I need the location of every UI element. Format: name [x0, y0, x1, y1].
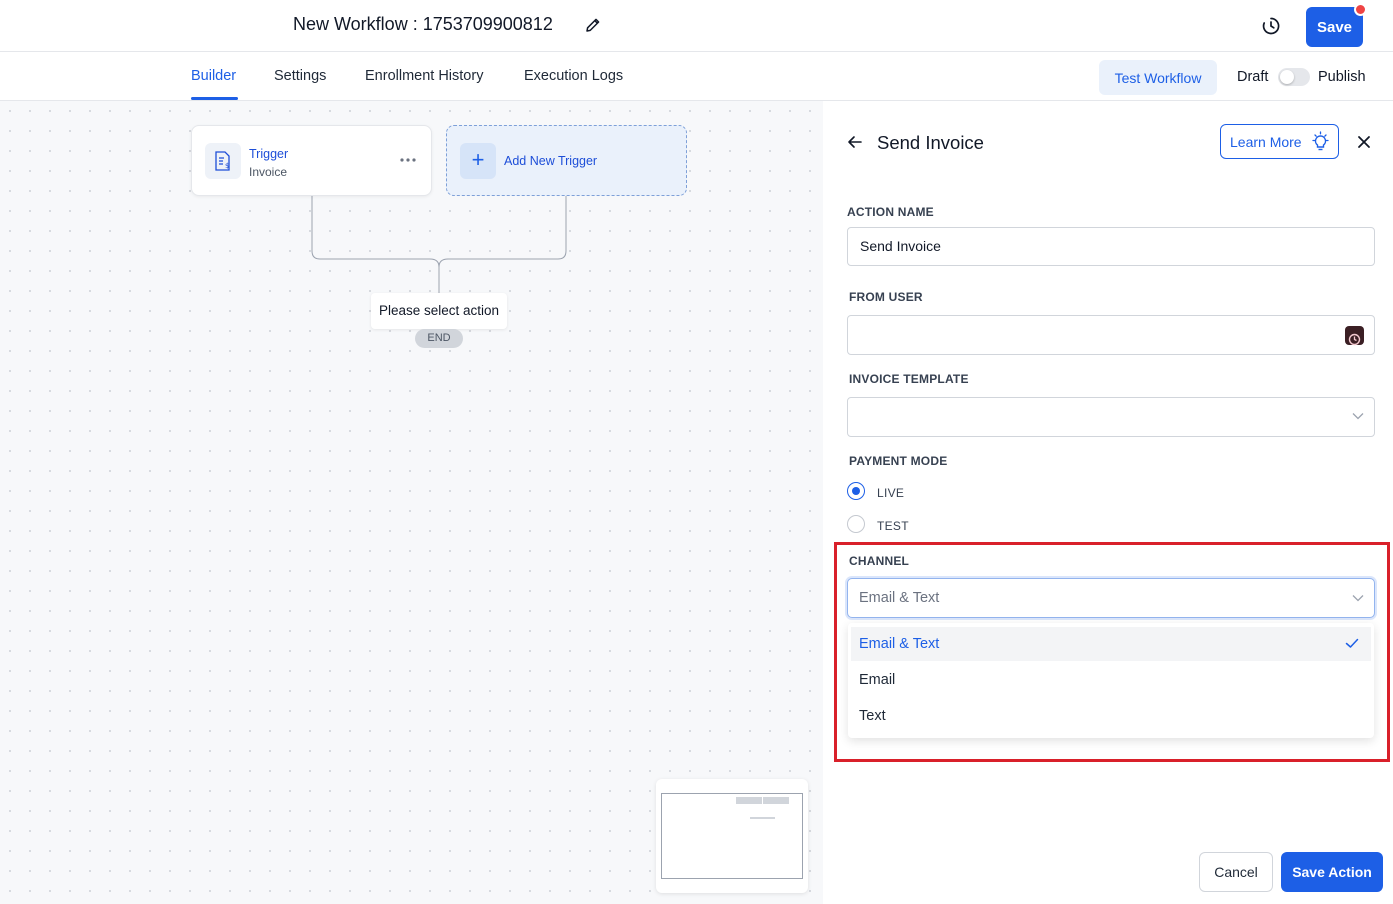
minimap[interactable] — [656, 779, 808, 893]
toggle-knob — [1280, 70, 1294, 84]
lightbulb-icon — [1312, 131, 1329, 151]
invoice-template-select[interactable] — [847, 397, 1375, 437]
minimap-node — [763, 797, 789, 804]
end-node: END — [415, 329, 463, 348]
payment-mode-test-radio[interactable] — [847, 515, 865, 533]
test-workflow-button[interactable]: Test Workflow — [1099, 60, 1217, 95]
user-picker-icon[interactable] — [1345, 326, 1364, 346]
select-action-node[interactable]: Please select action — [371, 293, 507, 329]
action-config-panel: Send Invoice Learn More ACTION NAME Send… — [823, 101, 1393, 904]
channel-option-label: Text — [859, 708, 886, 724]
more-options-icon[interactable] — [398, 152, 418, 168]
tab-settings[interactable]: Settings — [274, 68, 326, 84]
svg-text:$: $ — [225, 162, 229, 170]
invoice-template-label: INVOICE TEMPLATE — [849, 372, 969, 386]
payment-mode-live-label[interactable]: LIVE — [877, 486, 904, 500]
trigger-icon-box: $ — [205, 143, 241, 179]
panel-title: Send Invoice — [877, 132, 984, 153]
channel-option-label: Email & Text — [859, 636, 940, 652]
draft-label: Draft — [1237, 69, 1269, 85]
tab-execution-logs[interactable]: Execution Logs — [524, 68, 623, 84]
unsaved-indicator — [1354, 3, 1367, 16]
active-tab-indicator — [191, 97, 238, 100]
from-user-label: FROM USER — [849, 290, 923, 304]
channel-option-email[interactable]: Email — [851, 663, 1371, 697]
top-bar: New Workflow : 1753709900812 Save — [0, 0, 1393, 52]
cancel-button[interactable]: Cancel — [1199, 852, 1273, 892]
from-user-input[interactable] — [847, 315, 1375, 355]
tab-builder[interactable]: Builder — [191, 68, 236, 84]
payment-mode-label: PAYMENT MODE — [849, 454, 948, 468]
publish-toggle[interactable] — [1278, 68, 1310, 86]
arrow-left-icon[interactable] — [846, 133, 864, 151]
chevron-down-icon — [1352, 595, 1364, 602]
pencil-icon[interactable] — [584, 16, 602, 34]
minimap-node — [736, 797, 762, 804]
workflow-canvas[interactable]: $ Trigger Invoice + Add New Trigger Plea… — [0, 101, 823, 904]
trigger-subtitle: Invoice — [249, 165, 288, 179]
learn-more-label: Learn More — [1230, 134, 1302, 150]
add-new-trigger-button[interactable]: + Add New Trigger — [446, 125, 687, 196]
workflow-title: New Workflow : 1753709900812 — [293, 14, 553, 34]
trigger-node[interactable]: $ Trigger Invoice — [191, 125, 432, 196]
channel-select[interactable]: Email & Text — [847, 578, 1375, 618]
payment-mode-live-radio[interactable] — [847, 482, 865, 500]
tab-bar: Builder Settings Enrollment History Exec… — [0, 52, 1393, 101]
channel-label: CHANNEL — [849, 554, 910, 568]
save-action-button[interactable]: Save Action — [1281, 852, 1383, 892]
channel-option-email-text[interactable]: Email & Text — [851, 627, 1371, 661]
minimap-viewport — [661, 793, 803, 879]
channel-option-text[interactable]: Text — [851, 699, 1371, 733]
publish-label: Publish — [1318, 69, 1366, 85]
chevron-down-icon — [1352, 413, 1364, 420]
payment-mode-test-label[interactable]: TEST — [877, 519, 909, 533]
close-icon[interactable] — [1356, 134, 1372, 150]
action-name-input[interactable]: Send Invoice — [847, 227, 1375, 266]
history-clock-icon[interactable] — [1260, 15, 1282, 37]
plus-icon: + — [460, 143, 496, 179]
minimap-node — [750, 817, 775, 819]
learn-more-button[interactable]: Learn More — [1220, 124, 1339, 159]
channel-dropdown-menu: Email & Text Email Text — [848, 623, 1374, 738]
channel-option-label: Email — [859, 672, 896, 688]
action-name-label: ACTION NAME — [847, 205, 934, 219]
trigger-title: Trigger — [249, 147, 289, 161]
add-trigger-label: Add New Trigger — [504, 154, 598, 168]
check-icon — [1345, 638, 1359, 648]
channel-value: Email & Text — [859, 590, 940, 606]
tab-enrollment-history[interactable]: Enrollment History — [365, 68, 483, 84]
invoice-icon: $ — [215, 151, 230, 171]
